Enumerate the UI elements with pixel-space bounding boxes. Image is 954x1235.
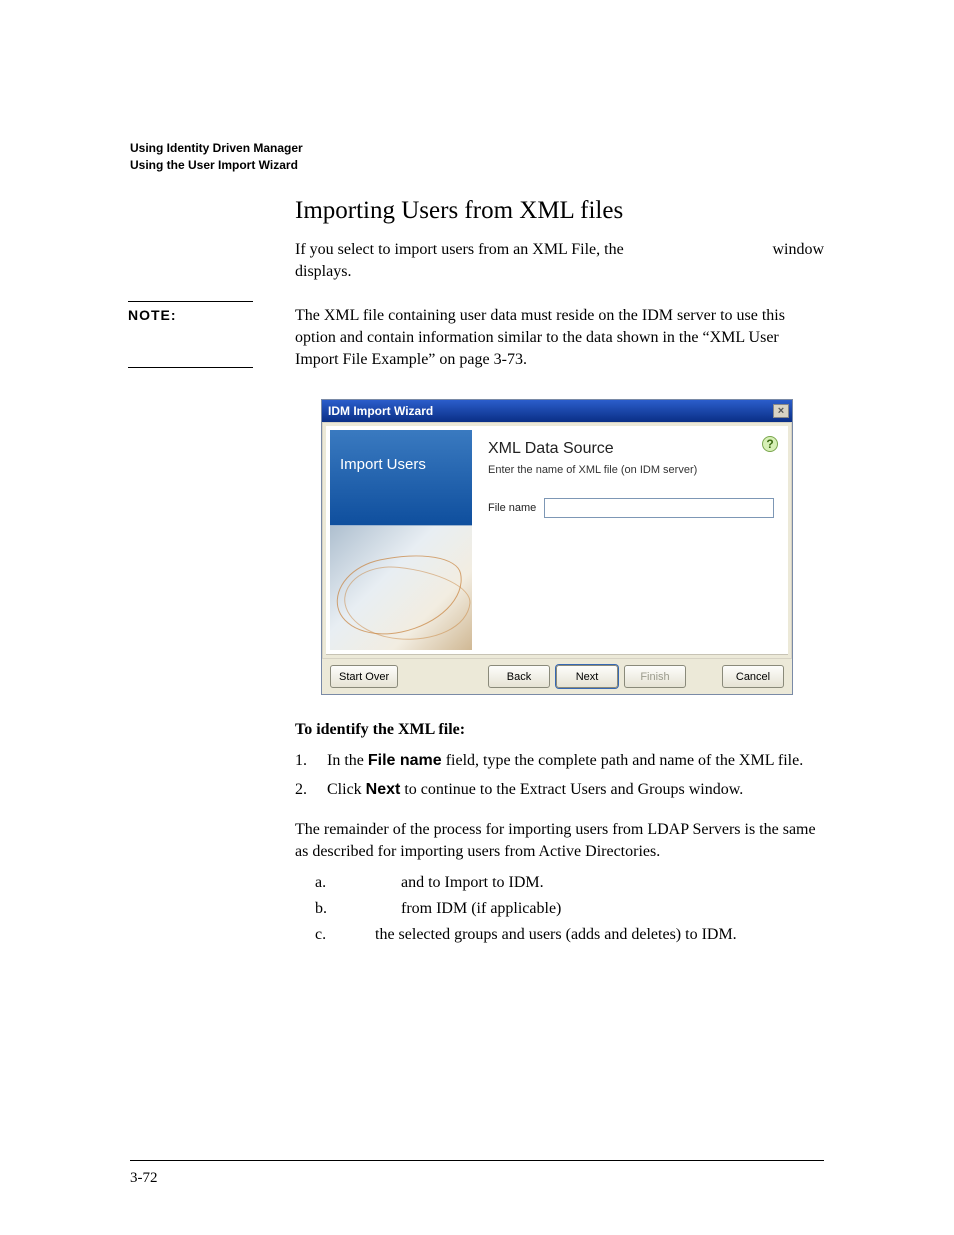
identify-steps: 1. In the File name field, type the comp… bbox=[295, 749, 824, 803]
running-head-line1: Using Identity Driven Manager bbox=[130, 140, 824, 157]
help-icon[interactable]: ? bbox=[762, 436, 778, 452]
step2-pre: Click bbox=[327, 781, 366, 798]
wizard-screenshot: IDM Import Wizard × Import Users ? XML D… bbox=[321, 399, 793, 695]
next-button[interactable]: Next bbox=[556, 665, 618, 688]
step-1: 1. In the File name field, type the comp… bbox=[295, 749, 824, 774]
page-number: 3-72 bbox=[130, 1170, 158, 1187]
step1-bold: File name bbox=[368, 752, 442, 769]
intro-paragraph: If you select to import users from an XM… bbox=[295, 239, 824, 283]
wizard-side-image bbox=[330, 526, 472, 650]
close-icon[interactable]: × bbox=[773, 404, 789, 418]
step-2: 2. Click Next to continue to the Extract… bbox=[295, 778, 824, 803]
intro-line2: displays. bbox=[295, 263, 351, 280]
step2-post: to continue to the Extract Users and Gro… bbox=[400, 781, 743, 798]
wizard-title: IDM Import Wizard bbox=[328, 404, 433, 418]
footer-rule bbox=[130, 1160, 824, 1161]
wizard-side-title: Import Users bbox=[330, 430, 472, 526]
note-rule-bottom bbox=[128, 367, 253, 368]
step1-pre: In the bbox=[327, 752, 368, 769]
substep-a-tail: to Import to IDM. bbox=[428, 874, 544, 891]
substep-a: a. and to Import to IDM. bbox=[295, 871, 824, 895]
note-label: NOTE: bbox=[128, 307, 177, 323]
remainder-paragraph: The remainder of the process for importi… bbox=[295, 819, 824, 863]
substep-c: c. the selected groups and users (adds a… bbox=[295, 923, 824, 947]
substep-b-tail: from IDM (if applicable) bbox=[401, 900, 561, 917]
running-head-line2: Using the User Import Wizard bbox=[130, 157, 824, 174]
substep-a-mid: and bbox=[401, 874, 428, 891]
sub-steps: a. and to Import to IDM. b. from IDM (if… bbox=[295, 871, 824, 947]
finish-button[interactable]: Finish bbox=[624, 665, 686, 688]
start-over-button[interactable]: Start Over bbox=[330, 665, 398, 688]
intro-line1: If you select to import users from an XM… bbox=[295, 241, 624, 258]
back-button[interactable]: Back bbox=[488, 665, 550, 688]
wizard-heading: XML Data Source bbox=[488, 440, 774, 458]
file-name-input[interactable] bbox=[544, 498, 774, 518]
wizard-titlebar: IDM Import Wizard × bbox=[322, 400, 792, 422]
substep-b: b. from IDM (if applicable) bbox=[295, 897, 824, 921]
section-title: Importing Users from XML files bbox=[295, 197, 824, 225]
step2-bold: Next bbox=[366, 781, 401, 798]
identify-heading: To identify the XML file: bbox=[295, 721, 824, 739]
running-head: Using Identity Driven Manager Using the … bbox=[130, 140, 824, 175]
file-name-label: File name bbox=[488, 502, 536, 514]
note-text: The XML file containing user data must r… bbox=[295, 305, 824, 371]
cancel-button[interactable]: Cancel bbox=[722, 665, 784, 688]
substep-c-tail: the selected groups and users (adds and … bbox=[375, 926, 737, 943]
wizard-subheading: Enter the name of XML file (on IDM serve… bbox=[488, 464, 774, 476]
intro-trailing-word: window bbox=[772, 239, 824, 261]
step1-post: field, type the complete path and name o… bbox=[442, 752, 804, 769]
note-rule-top bbox=[128, 301, 253, 302]
